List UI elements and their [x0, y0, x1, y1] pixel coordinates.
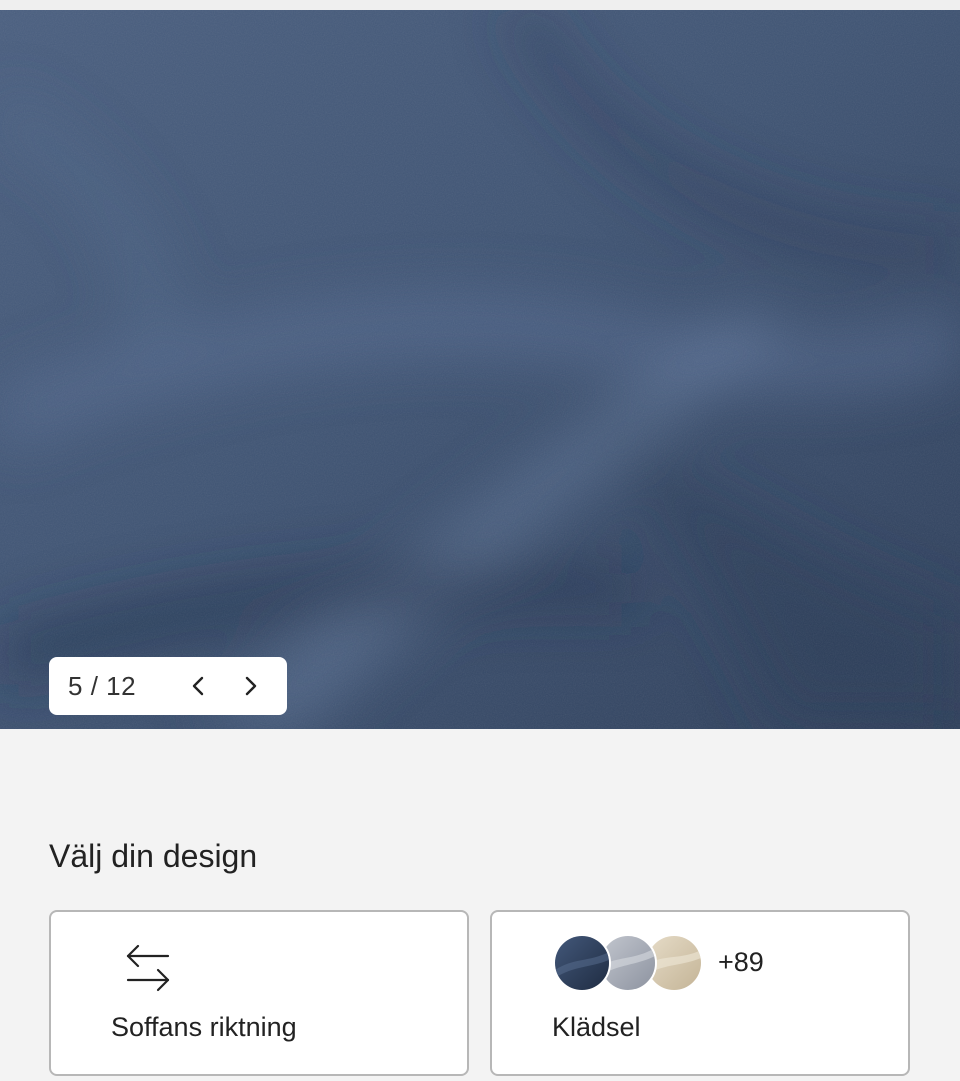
- product-image-gallery[interactable]: 5 / 12: [0, 10, 960, 729]
- sofa-direction-card[interactable]: Soffans riktning: [49, 910, 469, 1076]
- image-counter: 5 / 12: [68, 671, 168, 702]
- next-image-button[interactable]: [228, 663, 274, 709]
- swap-arrows-icon: [126, 944, 170, 992]
- upholstery-card[interactable]: +89 Klädsel: [490, 910, 910, 1076]
- choose-design-heading: Välj din design: [49, 838, 258, 874]
- chevron-left-icon: [192, 676, 204, 696]
- upholstery-label: Klädsel: [552, 1012, 641, 1042]
- total-image-count: 12: [106, 670, 137, 701]
- upholstery-swatches: [553, 934, 713, 992]
- image-pager: 5 / 12: [49, 657, 287, 715]
- swatch-dark-blue: [553, 934, 611, 992]
- chevron-right-icon: [245, 676, 257, 696]
- previous-image-button[interactable]: [175, 663, 221, 709]
- current-image-number: 5: [68, 670, 83, 701]
- fabric-image: [0, 10, 960, 729]
- more-upholstery-count: +89: [718, 947, 764, 977]
- top-strip: [0, 0, 960, 10]
- counter-separator: /: [90, 670, 99, 701]
- sofa-direction-label: Soffans riktning: [111, 1012, 297, 1042]
